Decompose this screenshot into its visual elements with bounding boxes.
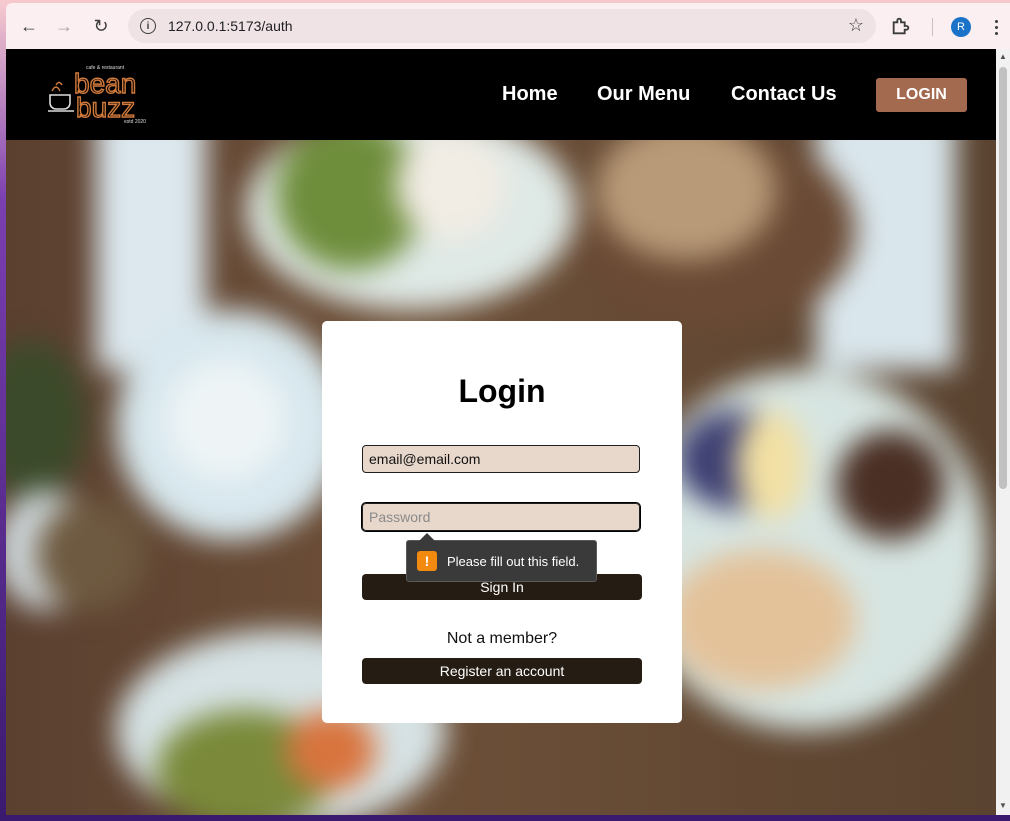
register-button[interactable]: Register an account (362, 658, 642, 684)
login-title: Login (458, 373, 546, 409)
not-member-text: Not a member? (446, 630, 558, 647)
validation-message: Please fill out this field. (447, 553, 580, 569)
back-arrow-icon[interactable]: ← (16, 13, 42, 39)
scroll-up-icon[interactable]: ▲ (999, 52, 1007, 61)
browser-toolbar: ← → ↻ i 127.0.0.1:5173/auth ☆ R (6, 3, 1010, 49)
page-scrollbar[interactable]: ▲ ▼ (996, 49, 1010, 815)
email-field[interactable] (362, 445, 640, 473)
address-bar[interactable]: i 127.0.0.1:5173/auth ☆ (128, 9, 876, 43)
site-header: cafe & restaurant bean buzz estd 2020 Ho… (6, 49, 996, 140)
site-info-icon[interactable]: i (140, 18, 156, 34)
scroll-down-icon[interactable]: ▼ (999, 801, 1007, 810)
header-login-button[interactable]: LOGIN (876, 78, 967, 112)
nav-contact-us[interactable]: Contact Us (731, 83, 837, 106)
page-viewport: cafe & restaurant bean buzz estd 2020 Ho… (6, 49, 996, 815)
login-card: Login Sign In Not a member? Register an … (322, 321, 682, 723)
validation-tooltip: ! Please fill out this field. (406, 533, 597, 582)
reload-icon[interactable]: ↻ (88, 13, 114, 39)
svg-text:estd 2020: estd 2020 (124, 119, 146, 125)
extensions-puzzle-icon[interactable] (890, 15, 912, 37)
warning-icon: ! (417, 551, 437, 571)
nav-home[interactable]: Home (502, 83, 558, 106)
bookmark-star-icon[interactable]: ☆ (848, 15, 864, 36)
bean-buzz-logo[interactable]: cafe & restaurant bean buzz estd 2020 (46, 61, 156, 125)
profile-avatar[interactable]: R (951, 17, 971, 37)
toolbar-separator (932, 18, 933, 36)
password-field[interactable] (361, 502, 641, 532)
scrollbar-thumb[interactable] (999, 67, 1007, 489)
browser-menu-icon[interactable] (986, 15, 1006, 39)
nav-our-menu[interactable]: Our Menu (597, 83, 690, 106)
url-text[interactable]: 127.0.0.1:5173/auth (168, 18, 293, 34)
forward-arrow-icon[interactable]: → (51, 13, 77, 39)
